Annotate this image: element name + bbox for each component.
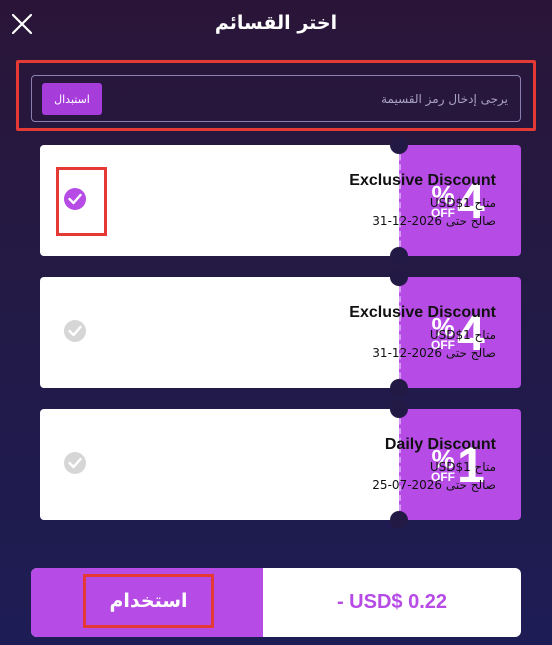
ticket-notch xyxy=(390,511,408,529)
coupon-name: Exclusive Discount xyxy=(349,172,496,189)
coupon-amount: USD$1 متاح xyxy=(429,460,496,474)
discount-total: - USD$ 0.22 xyxy=(336,591,448,613)
ticket-notch xyxy=(390,247,408,265)
coupon-name: Exclusive Discount xyxy=(349,304,496,321)
coupon-select-checkbox[interactable] xyxy=(64,320,86,342)
use-button[interactable]: استخدام xyxy=(31,568,263,637)
checkmark-icon xyxy=(68,325,82,337)
ticket-notch xyxy=(390,136,408,154)
coupon-body xyxy=(40,277,399,388)
coupon-expiry: صالح حتى 2026-07-25 xyxy=(372,478,496,492)
coupon-code-box: استبدال xyxy=(31,75,521,122)
coupon-select-checkbox[interactable] xyxy=(64,188,86,210)
checkmark-icon xyxy=(68,193,82,205)
ticket-notch xyxy=(390,400,408,418)
coupon-card[interactable]: % OFF 1 Daily Discount USD$1 متاح صالح ح… xyxy=(40,400,521,529)
coupon-code-input[interactable] xyxy=(208,84,508,114)
coupon-body xyxy=(40,409,399,520)
coupon-info: Exclusive Discount USD$1 متاح صالح حتى 2… xyxy=(349,304,496,362)
redeem-button[interactable]: استبدال xyxy=(42,83,102,115)
coupon-amount: USD$1 متاح xyxy=(429,196,496,210)
coupon-info: Daily Discount USD$1 متاح صالح حتى 2026-… xyxy=(372,436,496,494)
checkout-bar: استخدام - USD$ 0.22 xyxy=(31,568,521,637)
coupon-expiry: صالح حتى 2026-12-31 xyxy=(372,214,496,228)
coupon-select-checkbox[interactable] xyxy=(64,452,86,474)
coupon-expiry: صالح حتى 2026-12-31 xyxy=(372,346,496,360)
page-title: اختر القسائم xyxy=(214,12,338,34)
coupon-card[interactable]: % OFF 4 Exclusive Discount USD$1 متاح صا… xyxy=(40,268,521,397)
coupon-amount: USD$1 متاح xyxy=(429,328,496,342)
ticket-notch xyxy=(390,268,408,286)
coupon-name: Daily Discount xyxy=(384,436,496,453)
coupon-info: Exclusive Discount USD$1 متاح صالح حتى 2… xyxy=(349,172,496,230)
ticket-notch xyxy=(390,379,408,397)
use-button-highlight xyxy=(83,574,214,628)
checkmark-icon xyxy=(68,457,82,469)
coupon-card[interactable]: % OFF 4 Exclusive Discount USD$1 متاح صا… xyxy=(40,136,521,265)
